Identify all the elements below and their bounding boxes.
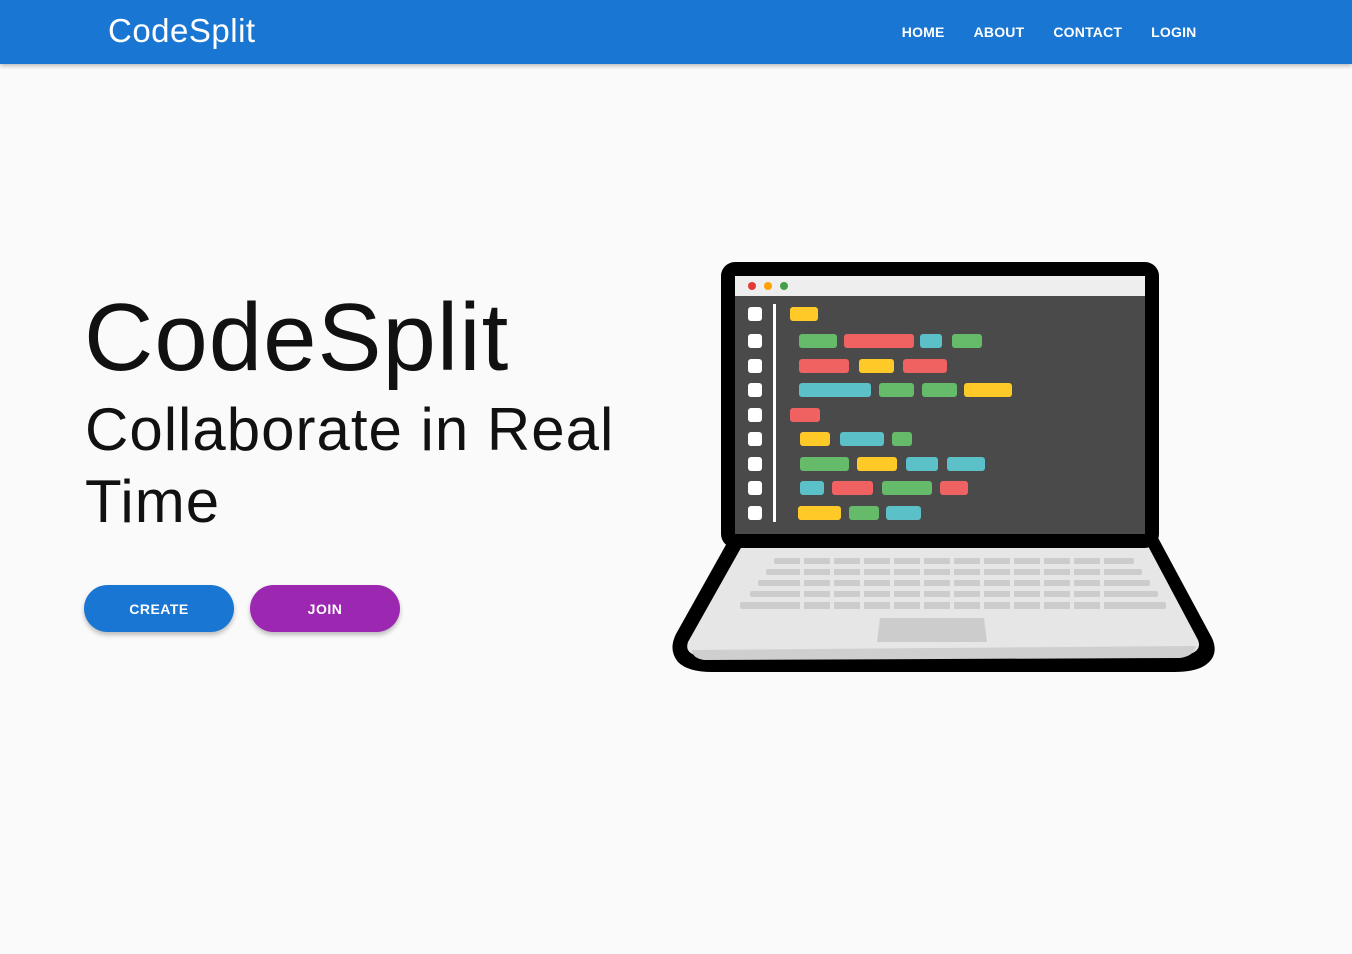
nav-contact-link[interactable]: CONTACT [1039,0,1137,64]
top-navbar: CodeSplit HOME ABOUT CONTACT LOGIN [0,0,1352,64]
join-button[interactable]: JOIN [250,585,400,632]
window-close-dot [748,282,756,290]
hero-subtitle: Collaborate in Real Time [85,396,615,535]
window-maximize-dot [780,282,788,290]
nav-login-link[interactable]: LOGIN [1137,0,1211,64]
hero-title: CodeSplit [84,284,510,391]
nav-about-link[interactable]: ABOUT [959,0,1039,64]
window-minimize-dot [764,282,772,290]
nav-links: HOME ABOUT CONTACT LOGIN [887,0,1211,64]
nav-home-link[interactable]: HOME [887,0,959,64]
laptop-trackpad [877,618,987,642]
laptop-code-illustration-icon [672,262,1215,672]
brand-logo-link[interactable]: CodeSplit [108,11,256,51]
window-titlebar [735,276,1145,296]
create-button[interactable]: CREATE [84,585,234,632]
